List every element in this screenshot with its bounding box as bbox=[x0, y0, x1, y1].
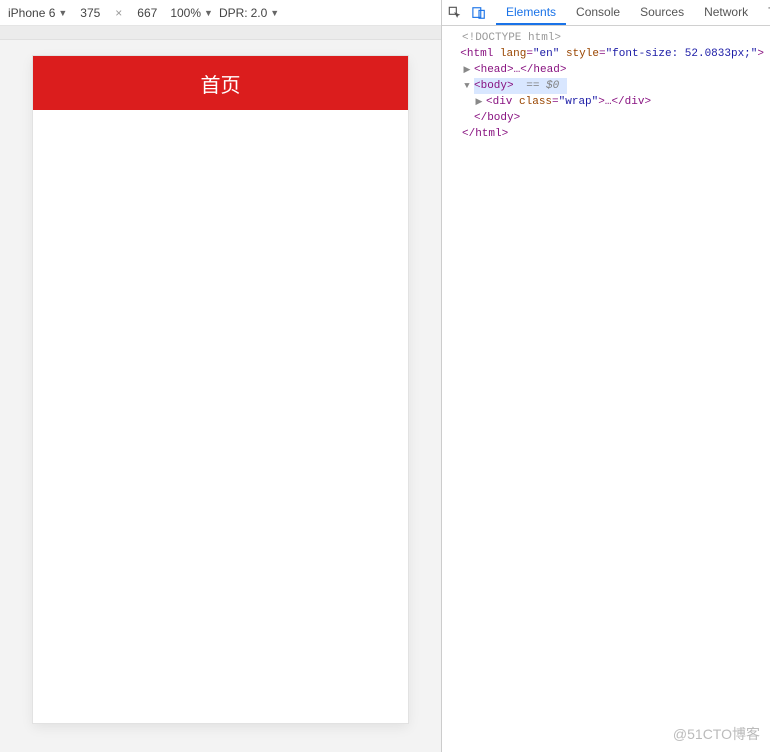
device-frame[interactable]: 首页 bbox=[33, 56, 408, 723]
device-toolbar: iPhone 6 ▼ 375 × 667 100% ▼ DPR: 2.0 ▼ bbox=[0, 0, 441, 26]
ruler bbox=[0, 26, 441, 40]
expand-icon[interactable]: ▶ bbox=[472, 94, 486, 110]
dom-html-close[interactable]: </html> bbox=[448, 126, 764, 142]
tab-elements[interactable]: Elements bbox=[496, 0, 566, 25]
dpr-selector[interactable]: DPR: 2.0 ▼ bbox=[219, 6, 279, 20]
device-stage: 首页 bbox=[0, 40, 441, 752]
device-name: iPhone 6 bbox=[8, 6, 55, 20]
dom-doctype[interactable]: <!DOCTYPE html> bbox=[448, 30, 764, 46]
zoom-selector[interactable]: 100% ▼ bbox=[170, 6, 213, 20]
tab-truncated[interactable]: T bbox=[758, 0, 770, 25]
dom-body-open[interactable]: ▼ <body> == $0 bbox=[448, 78, 764, 94]
dom-head[interactable]: ▶ <head>…</head> bbox=[448, 62, 764, 78]
app-header: 首页 bbox=[33, 56, 408, 110]
selection-marker: == $0 bbox=[526, 80, 559, 92]
tab-network[interactable]: Network bbox=[694, 0, 758, 25]
tab-console[interactable]: Console bbox=[566, 0, 630, 25]
dom-div-wrap[interactable]: ▶ <div class="wrap">…</div> bbox=[448, 94, 764, 110]
devtools-tabs: Elements Console Sources Network T bbox=[496, 0, 770, 25]
devtools-toolbar: Elements Console Sources Network T bbox=[442, 0, 770, 26]
dom-html-open[interactable]: <html lang="en" style="font-size: 52.083… bbox=[448, 46, 764, 62]
chevron-down-icon: ▼ bbox=[58, 8, 67, 18]
expand-icon[interactable]: ▶ bbox=[460, 62, 474, 78]
dom-tree[interactable]: <!DOCTYPE html> <html lang="en" style="f… bbox=[442, 26, 770, 146]
dpr-label: DPR: bbox=[219, 6, 248, 20]
viewport-width[interactable]: 375 bbox=[73, 6, 107, 20]
dom-body-close[interactable]: </body> bbox=[448, 110, 764, 126]
collapse-icon[interactable]: ▼ bbox=[460, 78, 474, 94]
device-selector[interactable]: iPhone 6 ▼ bbox=[8, 6, 67, 20]
dimension-separator: × bbox=[115, 6, 122, 20]
zoom-value: 100% bbox=[170, 6, 201, 20]
inspect-icon[interactable] bbox=[448, 5, 462, 21]
tab-sources[interactable]: Sources bbox=[630, 0, 694, 25]
device-pane: iPhone 6 ▼ 375 × 667 100% ▼ DPR: 2.0 ▼ 首… bbox=[0, 0, 442, 752]
watermark: @51CTO博客 bbox=[673, 724, 760, 744]
app-title: 首页 bbox=[201, 69, 241, 98]
viewport-height[interactable]: 667 bbox=[130, 6, 164, 20]
chevron-down-icon: ▼ bbox=[204, 8, 213, 18]
device-toggle-icon[interactable] bbox=[472, 5, 486, 21]
devtools-window: iPhone 6 ▼ 375 × 667 100% ▼ DPR: 2.0 ▼ 首… bbox=[0, 0, 770, 752]
devtools-panel: Elements Console Sources Network T <!DOC… bbox=[442, 0, 770, 752]
dpr-value: 2.0 bbox=[251, 6, 268, 20]
chevron-down-icon: ▼ bbox=[270, 8, 279, 18]
